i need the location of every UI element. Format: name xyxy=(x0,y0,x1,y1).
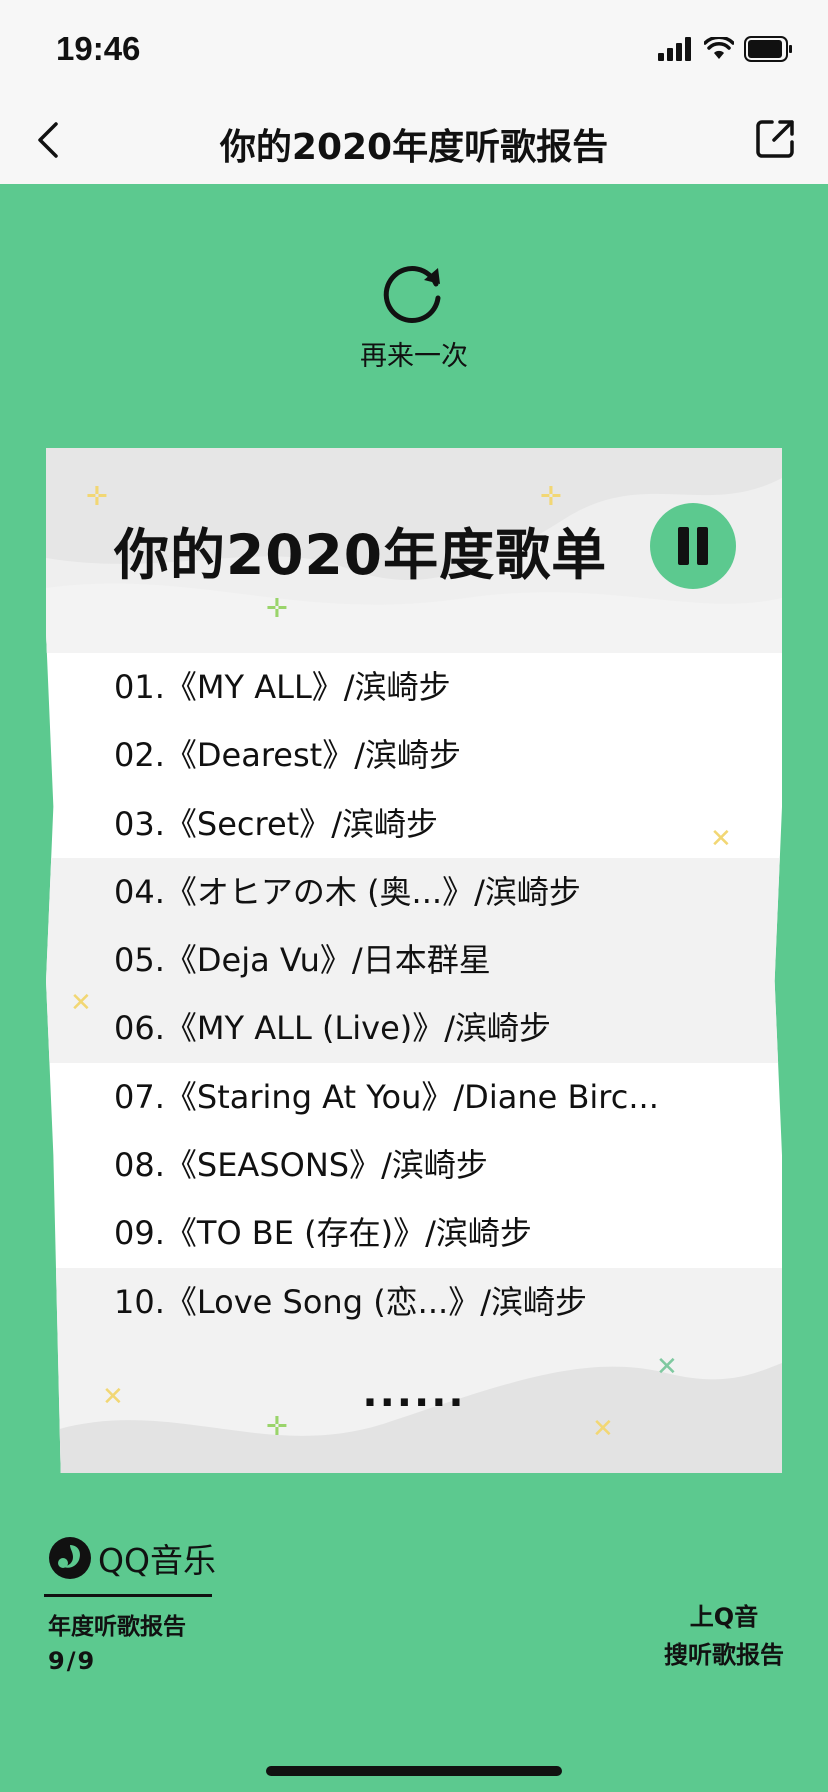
report-label: 年度听歌报告 xyxy=(48,1614,186,1640)
qq-music-logo-icon xyxy=(49,1537,91,1579)
nav-bar: 你的2020年度听歌报告 xyxy=(0,96,828,184)
song-row[interactable]: 04.《オヒアの木 (奥...》/滨崎步 xyxy=(114,858,754,926)
replay-label: 再来一次 xyxy=(360,341,468,372)
song-artist: /滨崎步 xyxy=(381,1146,488,1185)
song-rank: 09. xyxy=(114,1214,165,1253)
home-indicator[interactable] xyxy=(266,1766,562,1776)
brand-block: QQ音乐 年度听歌报告 9/9 xyxy=(44,1534,216,1675)
brand-divider xyxy=(44,1594,212,1597)
song-row[interactable]: 02.《Dearest》/滨崎步 xyxy=(114,721,754,789)
song-title: 《Staring At You》 xyxy=(164,1077,454,1116)
more-indicator: ...... xyxy=(362,1370,466,1416)
song-rank: 02. xyxy=(114,736,165,775)
song-rank: 05. xyxy=(114,941,165,980)
song-title: 《SEASONS》 xyxy=(164,1146,382,1185)
page-indicator: 9/9 xyxy=(48,1647,97,1675)
song-rank: 03. xyxy=(114,804,165,843)
song-artist: /滨崎步 xyxy=(343,668,451,706)
song-artist: /滨崎步 xyxy=(331,804,438,843)
sparkle-decoration: ✛ xyxy=(266,1412,288,1442)
song-row[interactable]: 05.《Deja Vu》/日本群星 xyxy=(114,926,754,994)
song-artist: /Diane Birc... xyxy=(453,1077,659,1116)
song-rank: 07. xyxy=(114,1077,165,1116)
sparkle-decoration: ✕ xyxy=(70,988,92,1018)
page-title: 你的2020年度听歌报告 xyxy=(219,127,609,168)
song-artist: /滨崎步 xyxy=(425,1214,532,1253)
song-title: 《オヒアの木 (奥...》 xyxy=(164,872,475,911)
song-list: 01.《MY ALL》/滨崎步 02.《Dearest》/滨崎步 03.《Sec… xyxy=(114,653,754,1336)
status-icons xyxy=(658,34,794,64)
song-rank: 10. xyxy=(114,1282,165,1321)
song-row[interactable]: 08.《SEASONS》/滨崎步 xyxy=(114,1131,754,1199)
playlist-title: 你的2020年度歌单 xyxy=(114,523,608,587)
song-row[interactable]: 10.《Love Song (恋...》/滨崎步 xyxy=(114,1268,754,1336)
song-row[interactable]: 09.《TO BE (存在)》/滨崎步 xyxy=(114,1199,754,1267)
song-row[interactable]: 06.《MY ALL (Live)》/滨崎步 xyxy=(114,994,754,1062)
status-time: 19:46 xyxy=(56,30,141,67)
replay-button[interactable]: 再来一次 xyxy=(334,258,494,373)
song-artist: /滨崎步 xyxy=(480,1282,587,1321)
battery-icon xyxy=(744,36,792,62)
song-artist: /日本群星 xyxy=(351,941,491,980)
song-title: 《MY ALL》 xyxy=(164,668,344,706)
search-tip: 上Q音 搜听歌报告 xyxy=(664,1598,784,1674)
song-title: 《Dearest》 xyxy=(164,736,355,775)
search-tip-line1: 上Q音 xyxy=(689,1603,759,1631)
song-row[interactable]: 01.《MY ALL》/滨崎步 xyxy=(114,653,754,721)
share-icon[interactable] xyxy=(752,116,798,162)
song-artist: /滨崎步 xyxy=(444,1009,552,1048)
song-title: 《Deja Vu》 xyxy=(164,941,352,980)
song-rank: 08. xyxy=(114,1146,165,1185)
song-title: 《Secret》 xyxy=(164,804,332,843)
search-tip-line2: 搜听歌报告 xyxy=(664,1641,784,1669)
song-rank: 06. xyxy=(114,1009,165,1048)
sparkle-decoration: ✛ xyxy=(540,482,562,512)
song-title: 《MY ALL (Live)》 xyxy=(164,1009,445,1048)
status-bar: 19:46 xyxy=(0,0,828,96)
song-row[interactable]: 03.《Secret》/滨崎步 xyxy=(114,790,754,858)
song-row[interactable]: 07.《Staring At You》/Diane Birc... xyxy=(114,1063,754,1131)
playlist-card: 你的2020年度歌单 ✛ ✛ ✛ ✕ ✕ ✕ ✛ ✕ ✕ 01.《MY ALL》… xyxy=(46,448,782,1473)
sparkle-decoration: ✕ xyxy=(592,1414,614,1444)
song-artist: /滨崎步 xyxy=(354,736,461,775)
card-header: 你的2020年度歌单 xyxy=(46,448,782,653)
sparkle-decoration: ✛ xyxy=(86,482,108,512)
signal-icon xyxy=(658,37,691,61)
wifi-icon xyxy=(704,37,734,59)
song-rank: 01. xyxy=(114,668,165,706)
sparkle-decoration: ✛ xyxy=(266,594,288,624)
replay-icon xyxy=(383,266,441,324)
song-rank: 04. xyxy=(114,872,165,911)
pause-icon xyxy=(678,527,689,565)
song-title: 《TO BE (存在)》 xyxy=(164,1214,426,1253)
song-artist: /滨崎步 xyxy=(474,872,581,911)
song-title: 《Love Song (恋...》 xyxy=(164,1282,481,1321)
brand-name: QQ音乐 xyxy=(98,1541,216,1580)
pause-button[interactable] xyxy=(650,503,736,589)
